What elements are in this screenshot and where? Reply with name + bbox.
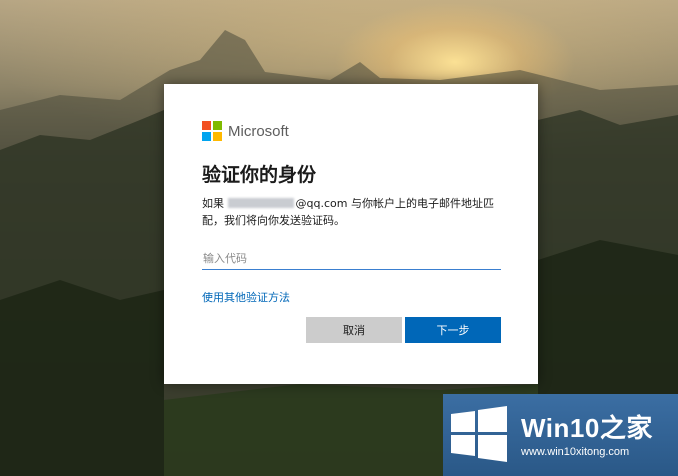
- dialog-description: 如果 @qq.com 与你帐户上的电子邮件地址匹配，我们将向你发送验证码。: [202, 195, 504, 229]
- watermark-url: www.win10xitong.com: [521, 446, 630, 458]
- windows-logo-icon: [451, 406, 507, 462]
- verify-identity-dialog: Microsoft 验证你的身份 如果 @qq.com 与你帐户上的电子邮件地址…: [164, 84, 538, 384]
- logo-square: [202, 132, 211, 141]
- code-input[interactable]: [202, 247, 501, 270]
- description-prefix: 如果: [202, 197, 224, 210]
- microsoft-logo-icon: [202, 121, 222, 141]
- email-domain: @qq.com: [295, 197, 348, 210]
- next-button[interactable]: 下一步: [405, 317, 501, 343]
- logo-square: [202, 121, 211, 130]
- logo-square: [213, 121, 222, 130]
- dialog-title: 验证你的身份: [202, 164, 317, 186]
- microsoft-brand: Microsoft: [202, 121, 289, 141]
- site-watermark: Win10之家 www.win10xitong.com: [443, 394, 678, 476]
- alternate-verification-link[interactable]: 使用其他验证方法: [202, 289, 290, 305]
- cancel-button[interactable]: 取消: [306, 317, 402, 343]
- masked-email: [227, 198, 294, 208]
- microsoft-wordmark: Microsoft: [228, 122, 289, 140]
- logo-square: [213, 132, 222, 141]
- watermark-brand: Win10之家: [521, 413, 653, 443]
